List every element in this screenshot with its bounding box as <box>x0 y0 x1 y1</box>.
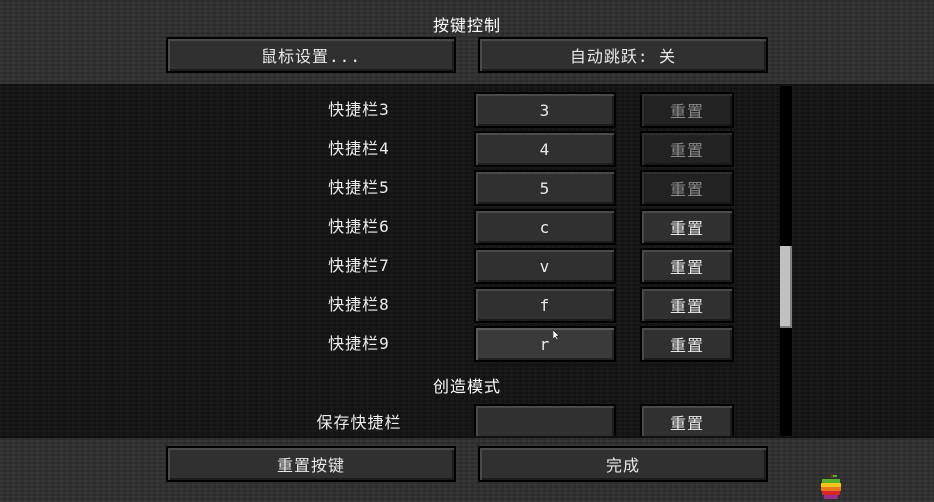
reset-button-hotbar-4[interactable]: 重置 <box>640 131 734 167</box>
reset-button-hotbar-9[interactable]: 重置 <box>640 326 734 362</box>
reset-button-hotbar-6[interactable]: 重置 <box>640 209 734 245</box>
keybind-label-hotbar-4: 快捷栏4 <box>328 139 390 158</box>
keybind-label-hotbar-9: 快捷栏9 <box>328 334 390 353</box>
keybind-label-hotbar-7: 快捷栏7 <box>328 256 390 275</box>
screen-title: 按键控制 <box>432 16 501 35</box>
apple-logo-icon <box>821 474 841 499</box>
reset-button-hotbar-3[interactable]: 重置 <box>640 92 734 128</box>
keybind-label-hotbar-3: 快捷栏3 <box>328 100 390 119</box>
reset-button-hotbar-7[interactable]: 重置 <box>640 248 734 284</box>
keybind-key-hotbar-7[interactable]: v <box>474 248 616 284</box>
keybind-key-hotbar-8[interactable]: f <box>474 287 616 323</box>
keybind-key-hotbar-6[interactable]: c <box>474 209 616 245</box>
scrollbar-thumb[interactable] <box>780 246 792 328</box>
keybind-key-save-hotbar[interactable] <box>474 404 616 436</box>
keybind-label-hotbar-6: 快捷栏6 <box>328 217 390 236</box>
reset-keys-button[interactable]: 重置按键 <box>166 446 456 482</box>
keybind-key-hotbar-3[interactable]: 3 <box>474 92 616 128</box>
footer-background <box>0 436 934 502</box>
category-header-creative: 创造模式 <box>432 377 501 396</box>
mouse-cursor-icon <box>553 330 559 340</box>
keybind-key-hotbar-5[interactable]: 5 <box>474 170 616 206</box>
mouse-settings-button[interactable]: 鼠标设置... <box>166 37 456 73</box>
keybind-key-hotbar-9[interactable]: r <box>474 326 616 362</box>
reset-button-hotbar-5[interactable]: 重置 <box>640 170 734 206</box>
keybind-list[interactable]: 快捷栏3 3 重置 快捷栏4 4 重置 快捷栏5 5 重置 快捷栏6 c 重置 … <box>0 86 934 436</box>
auto-jump-toggle-button[interactable]: 自动跳跃: 关 <box>478 37 768 73</box>
keybind-key-hotbar-4[interactable]: 4 <box>474 131 616 167</box>
keybind-label-hotbar-5: 快捷栏5 <box>328 178 390 197</box>
keybind-label-save-hotbar: 保存快捷栏 <box>316 413 402 432</box>
done-button[interactable]: 完成 <box>478 446 768 482</box>
reset-button-hotbar-8[interactable]: 重置 <box>640 287 734 323</box>
reset-button-save-hotbar[interactable]: 重置 <box>640 404 734 436</box>
keybind-label-hotbar-8: 快捷栏8 <box>328 295 390 314</box>
